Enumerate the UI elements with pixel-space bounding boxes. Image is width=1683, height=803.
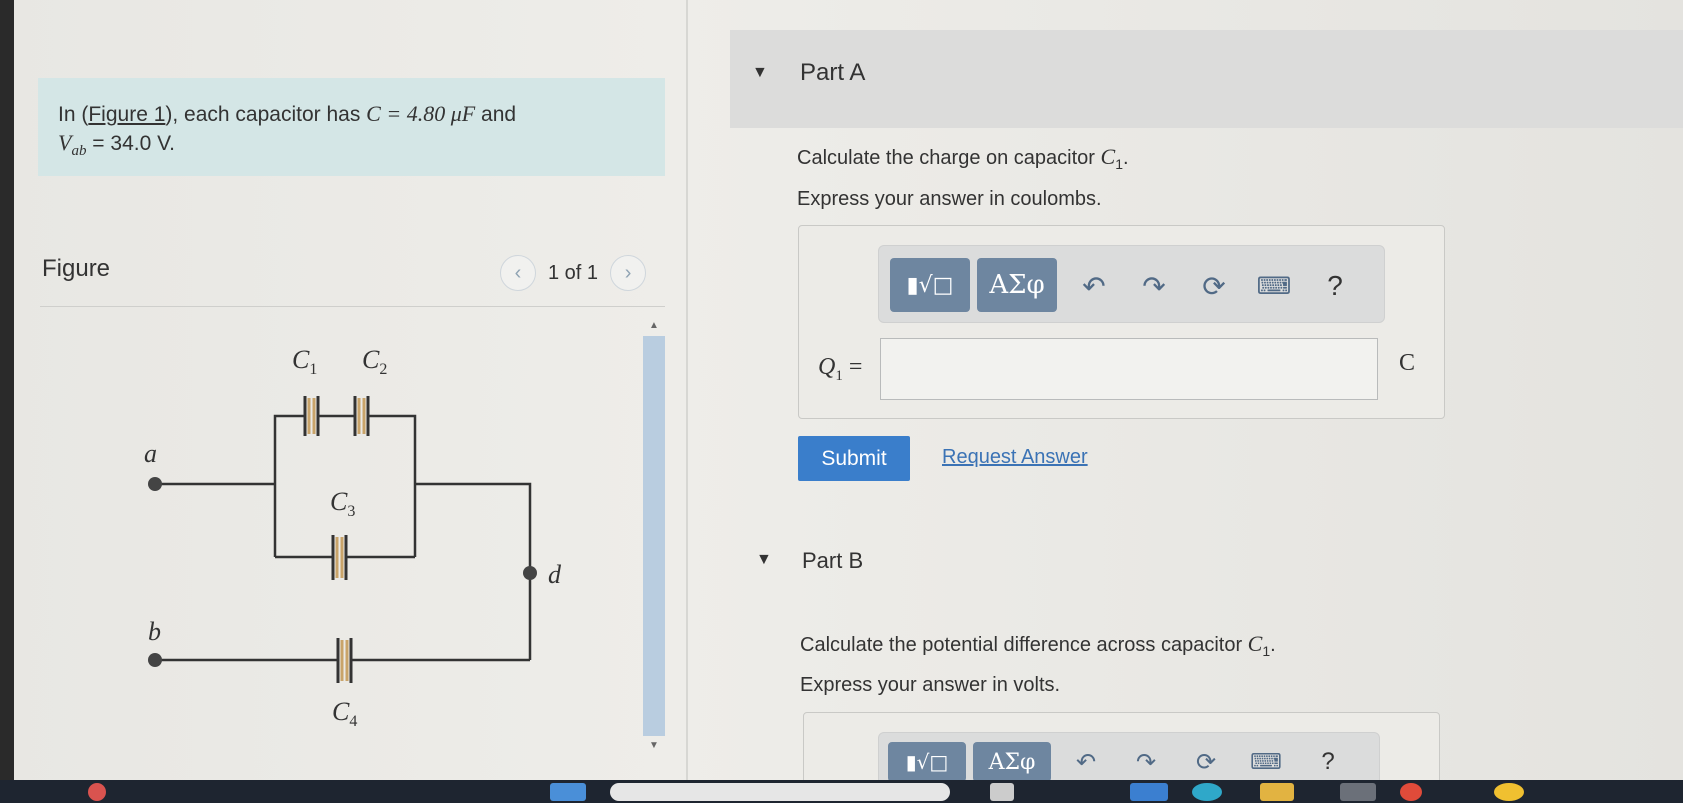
chevron-right-icon: › [624,261,632,284]
part-a-instruction: Express your answer in coulombs. [797,188,1102,210]
monitor-bezel [0,0,14,780]
prev-figure-button[interactable]: ‹ [500,255,536,291]
part-a-question: Calculate the charge on capacitor C1. [797,144,1129,172]
part-b-title[interactable]: Part B [802,548,863,574]
label-c3: C3 [330,487,355,520]
part-b-templates-icon[interactable]: ▮√□ [888,742,966,782]
answer-label-subscript: 1 [835,367,843,384]
reset-icon[interactable]: ⟳ [1194,266,1234,306]
part-b-question-text: Calculate the potential difference acros… [800,634,1248,656]
part-a-question-subscript: 1 [1115,156,1123,172]
help-button[interactable]: ? [1315,266,1355,306]
notification-icon[interactable] [88,783,106,801]
edge-icon[interactable] [1192,783,1222,801]
figure-page-indicator: 1 of 1 [548,261,599,284]
part-b-question-symbol: C [1247,631,1263,656]
label-c4: C4 [332,697,357,730]
label-c2: C2 [362,345,387,378]
part-b-undo-icon[interactable]: ↶ [1068,745,1104,779]
keyboard-icon[interactable]: ⌨ [1254,266,1294,306]
part-b-question: Calculate the potential difference acros… [800,631,1276,659]
panel-divider [686,0,688,780]
part-b-caret-icon[interactable]: ▼ [756,551,772,569]
templates-icon[interactable]: ▮√□ [890,258,970,312]
scroll-down-arrow-icon[interactable]: ▼ [643,740,665,754]
part-b-reset-icon[interactable]: ⟳ [1188,745,1224,779]
label-d: d [548,560,562,589]
label-a: a [144,439,157,468]
part-b-help-button[interactable]: ? [1310,745,1346,779]
figure-pager: ‹ 1 of 1 › [500,255,647,291]
part-a-header[interactable] [730,30,1683,128]
part-b-instruction: Express your answer in volts. [800,674,1061,696]
submit-button[interactable]: Submit [798,436,910,481]
folder-icon[interactable] [1260,783,1294,801]
figure-link[interactable]: Figure 1 [88,103,165,126]
part-a-question-text: Calculate the charge on capacitor [797,147,1101,169]
capacitance-expression: C = 4.80 μF [366,101,476,126]
circuit-diagram: a b d C1 C2 C3 C4 [144,345,562,730]
caret-down-icon[interactable]: ▼ [752,64,768,82]
app-icon[interactable] [1130,783,1168,801]
chevron-left-icon: ‹ [514,261,522,284]
answer-input[interactable] [880,338,1378,400]
taskbar [0,780,1683,803]
terminal-d [523,566,537,580]
label-b: b [148,617,161,646]
answer-label-equals: = [842,354,863,380]
taskbar-search[interactable] [610,783,950,801]
answer-unit: C [1399,350,1416,376]
undo-icon[interactable]: ↶ [1074,266,1114,306]
scroll-thumb[interactable] [643,336,665,736]
start-icon[interactable] [550,783,586,801]
answer-label-symbol: Q [818,354,836,380]
terminal-a [148,477,162,491]
app-icon-3[interactable] [1494,783,1524,801]
part-b-symbols-button[interactable]: ΑΣφ [973,742,1051,782]
app-icon-2[interactable] [1400,783,1422,801]
part-a-question-symbol: C [1100,144,1116,169]
part-b-question-subscript: 1 [1262,643,1271,659]
part-a-title[interactable]: Part A [800,59,865,87]
voltage-subscript: ab [71,143,87,160]
part-b-question-period: . [1270,634,1276,656]
voltage-value: = 34.0 V. [86,132,176,155]
request-answer-link[interactable]: Request Answer [942,446,1088,469]
next-figure-button[interactable]: › [610,255,647,291]
scroll-up-arrow-icon[interactable]: ▲ [643,320,665,334]
problem-statement: In (Figure 1), each capacitor has C = 4.… [58,100,618,165]
problem-intro: In ( [58,103,89,126]
problem-mid: ), each capacitor has [165,103,367,126]
answer-label: Q1 = [818,354,862,385]
terminal-b [148,653,162,667]
screen: In (Figure 1), each capacitor has C = 4.… [0,0,1683,794]
part-b-redo-icon[interactable]: ↷ [1128,745,1164,779]
figure-label: Figure [42,255,111,282]
symbols-button[interactable]: ΑΣφ [977,258,1057,312]
figure-scrollbar[interactable]: ▲ ▼ [643,320,665,751]
redo-icon[interactable]: ↷ [1134,266,1174,306]
voltage-symbol: V [58,130,72,155]
mail-icon[interactable] [1340,783,1376,801]
problem-and: and [475,103,517,126]
part-b-keyboard-icon[interactable]: ⌨ [1248,745,1284,779]
task-view-icon[interactable] [990,783,1014,801]
figure-divider [40,306,665,307]
part-a-question-period: . [1123,147,1129,169]
label-c1: C1 [292,345,317,378]
